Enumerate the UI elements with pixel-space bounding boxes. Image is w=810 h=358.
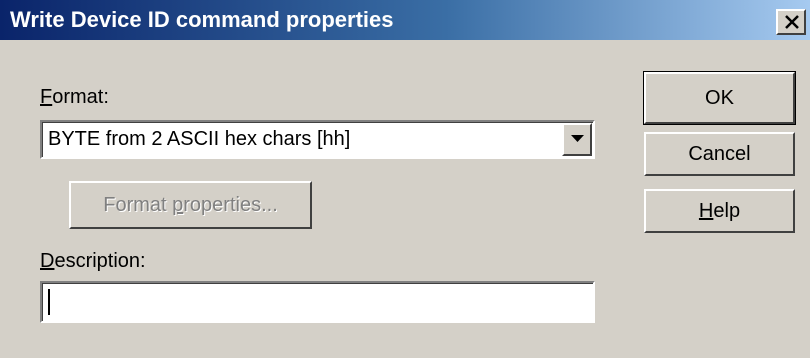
window-title: Write Device ID command properties bbox=[10, 7, 394, 32]
dialog-window: Write Device ID command properties Forma… bbox=[0, 0, 810, 358]
text-caret bbox=[48, 289, 50, 315]
format-dropdown-button[interactable] bbox=[562, 123, 592, 156]
title-bar[interactable]: Write Device ID command properties bbox=[0, 0, 810, 40]
cancel-button[interactable]: Cancel bbox=[644, 132, 795, 176]
format-properties-label-accel: p bbox=[172, 194, 184, 216]
close-button[interactable] bbox=[776, 9, 806, 35]
ok-button[interactable]: OK bbox=[643, 71, 796, 125]
help-button[interactable]: Help bbox=[644, 189, 795, 233]
format-properties-button[interactable]: Format properties... bbox=[69, 181, 312, 229]
format-select[interactable]: BYTE from 2 ASCII hex chars [hh] bbox=[40, 120, 595, 159]
format-label: Format: bbox=[40, 86, 109, 108]
close-icon bbox=[785, 15, 799, 29]
description-label: Description: bbox=[40, 250, 146, 272]
chevron-down-icon bbox=[571, 135, 584, 142]
format-properties-label-pre: Format bbox=[103, 194, 173, 216]
format-properties-label-rest: roperties... bbox=[183, 194, 278, 216]
description-input[interactable] bbox=[40, 281, 595, 323]
format-selected-value: BYTE from 2 ASCII hex chars [hh] bbox=[48, 128, 351, 150]
